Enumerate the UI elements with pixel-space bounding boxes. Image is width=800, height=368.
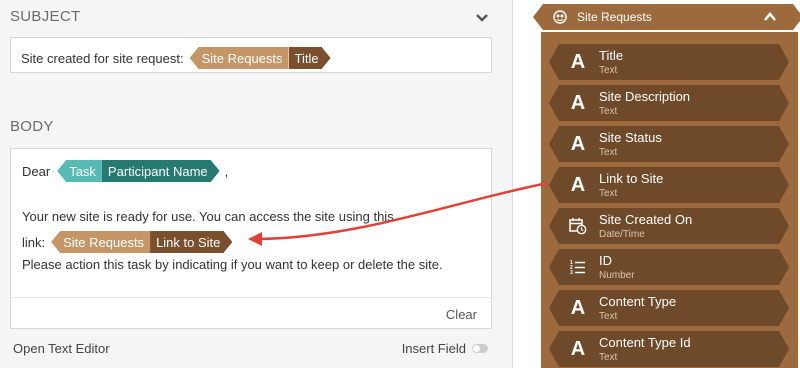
subject-token-title[interactable]: Site Requests Title [189, 47, 331, 69]
body-divider [11, 297, 491, 298]
field-site-description[interactable]: A Site Description Text [549, 85, 789, 121]
text-icon: A [570, 92, 586, 114]
body-token-participant[interactable]: Task Participant Name [57, 160, 219, 182]
field-site-created-on[interactable]: Site Created On Date/Time [549, 208, 789, 244]
field-site-status[interactable]: A Site Status Text [549, 126, 789, 162]
insert-field-toggle-group[interactable]: Insert Field [402, 341, 488, 356]
number-list-icon: 1 2 3 [569, 258, 587, 276]
token-field: Participant Name [102, 160, 220, 182]
field-name: Content Type Id [599, 335, 691, 350]
field-name: Content Type [599, 294, 677, 309]
body-line-3: Please action this task by indicating if… [22, 257, 443, 272]
field-type: Number [599, 270, 635, 281]
text-icon: A [570, 51, 586, 73]
token-field: Title [289, 47, 331, 69]
field-name: ID [599, 253, 612, 268]
chevron-down-icon[interactable] [474, 10, 490, 26]
list-group-icon [553, 10, 567, 24]
insert-field-label: Insert Field [401, 341, 466, 356]
panel-body: A Title Text A Site Description Text A S… [541, 32, 798, 368]
greeting-text: Dear [22, 163, 51, 179]
field-type: Text [599, 147, 618, 158]
site-requests-panel: Site Requests A Title Text A Site Descri… [541, 0, 800, 368]
field-type: Date/Time [599, 229, 645, 240]
panel-title: Site Requests [577, 10, 652, 24]
field-name: Site Created On [599, 212, 693, 227]
body-label: BODY [10, 118, 54, 135]
field-title[interactable]: A Title Text [549, 44, 789, 80]
body-line-2-prefix: link: [22, 234, 46, 250]
field-id[interactable]: 1 2 3 ID Number [549, 249, 789, 285]
subject-text: Site created for site request: [21, 50, 184, 66]
fields-sidebar: Site Requests A Title Text A Site Descri… [512, 0, 800, 368]
field-content-type-id[interactable]: A Content Type Id Text [549, 331, 789, 367]
panel-header[interactable]: Site Requests [533, 4, 800, 30]
text-icon: A [570, 133, 586, 155]
field-name: Title [599, 48, 624, 63]
text-icon: A [570, 174, 586, 196]
token-field: Link to Site [150, 231, 232, 253]
field-type: Text [599, 311, 618, 322]
field-type: Text [599, 188, 618, 199]
field-link-to-site[interactable]: A Link to Site Text [549, 167, 789, 203]
open-text-editor-link[interactable]: Open Text Editor [13, 341, 110, 356]
field-type: Text [599, 65, 618, 76]
field-name: Site Description [599, 89, 691, 104]
clear-button[interactable]: Clear [446, 307, 477, 322]
field-name: Link to Site [599, 171, 664, 186]
field-type: Text [599, 352, 618, 363]
greeting-suffix: , [224, 163, 229, 179]
chevron-up-icon[interactable] [763, 10, 777, 24]
field-type: Text [599, 106, 618, 117]
subject-field[interactable]: Site created for site request: Site Requ… [10, 37, 492, 73]
body-token-link-to-site[interactable]: Site Requests Link to Site [51, 231, 232, 253]
email-editor: SUBJECT Site created for site request: S… [0, 0, 512, 368]
field-name: Site Status [599, 130, 662, 145]
field-content-type[interactable]: A Content Type Text [549, 290, 789, 326]
token-group: Task [57, 160, 102, 182]
text-icon: A [570, 338, 586, 360]
token-group: Site Requests [189, 47, 289, 69]
body-field[interactable]: Dear Task Participant Name , Your new si… [10, 148, 492, 329]
body-line-1: Your new site is ready for use. You can … [22, 209, 394, 224]
subject-label: SUBJECT [10, 8, 81, 25]
token-group: Site Requests [51, 231, 151, 253]
text-icon: A [570, 297, 586, 319]
svg-text:3: 3 [570, 270, 573, 276]
calendar-clock-icon [569, 217, 587, 235]
toggle-icon[interactable] [472, 344, 488, 353]
